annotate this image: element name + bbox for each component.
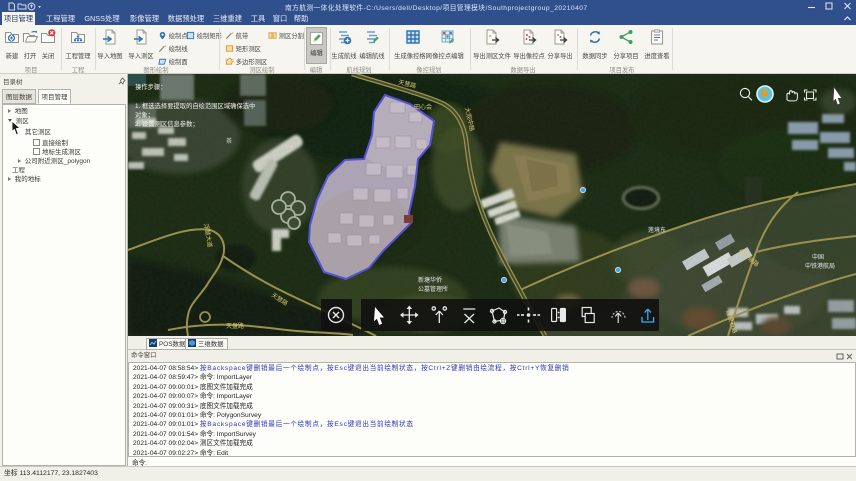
svg-text:天盘路: 天盘路 bbox=[226, 322, 244, 330]
svg-text:2. 设置测区信息参数；: 2. 设置测区信息参数； bbox=[135, 119, 199, 128]
svg-text:中铁港航局: 中铁港航局 bbox=[805, 262, 835, 270]
svg-text:莲境东: 莲境东 bbox=[648, 226, 666, 234]
svg-text:操作步骤：: 操作步骤： bbox=[135, 82, 166, 91]
svg-text:对象；: 对象； bbox=[135, 110, 154, 119]
svg-text:新塘华侨: 新塘华侨 bbox=[418, 276, 442, 284]
svg-text:公墓管理所: 公墓管理所 bbox=[418, 285, 448, 293]
svg-text:田心会: 田心会 bbox=[414, 103, 432, 111]
svg-text:1. 框选选择要提取的自绘范围区域确保选中: 1. 框选选择要提取的自绘范围区域确保选中 bbox=[135, 101, 255, 110]
svg-text:中国: 中国 bbox=[812, 253, 824, 261]
svg-text:茶: 茶 bbox=[226, 137, 232, 145]
